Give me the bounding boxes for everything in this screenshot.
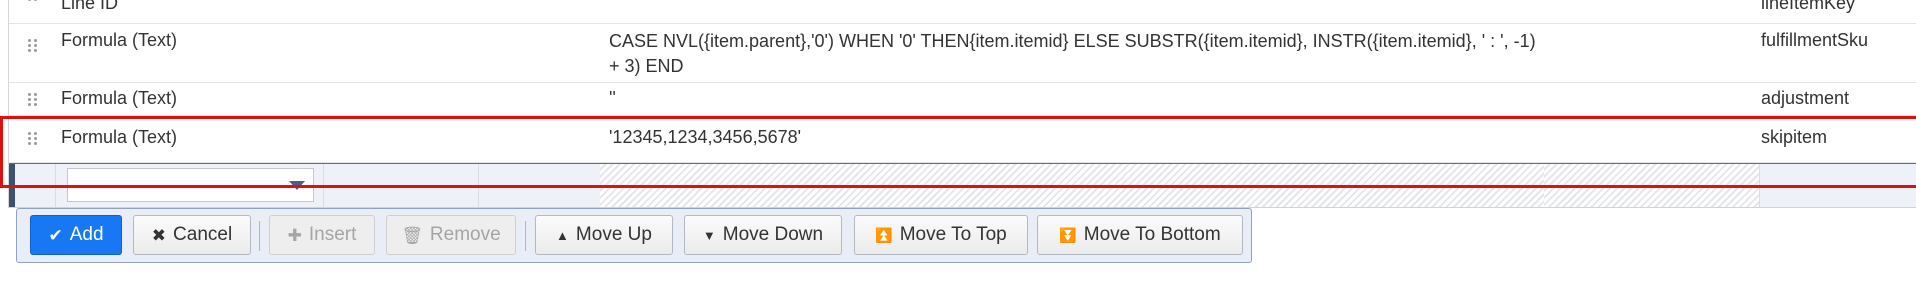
cancel-button-label: Cancel <box>173 224 233 245</box>
toolbar-divider <box>259 221 260 251</box>
drag-handle-icon[interactable] <box>27 93 39 107</box>
move-to-bottom-button-label: Move To Bottom <box>1083 224 1221 245</box>
trash-icon: 🗑 <box>401 225 423 245</box>
move-up-button-label: Move Up <box>575 224 652 245</box>
row-type: Formula (Text) <box>61 30 178 50</box>
chevron-down-icon[interactable] <box>289 181 305 190</box>
edit-cell-field-name[interactable] <box>1759 164 1916 207</box>
sublist-editor: Line ID lineItemKey Formula (Text) CASE … <box>0 0 1916 295</box>
edit-cell-disabled <box>1544 164 1760 207</box>
edit-cell-blank[interactable] <box>478 164 601 207</box>
table-row[interactable]: Formula (Text) '' adjustment <box>9 83 1916 116</box>
drag-handle-icon[interactable] <box>27 0 39 2</box>
remove-button-label: Remove <box>429 224 501 245</box>
row-formula: CASE NVL({item.parent},'0') WHEN '0' THE… <box>609 31 1536 76</box>
add-button[interactable]: ✔ Add <box>30 215 122 255</box>
row-formula: '12345,1234,3456,5678' <box>609 127 802 147</box>
table-row[interactable]: Formula (Text) CASE NVL({item.parent},'0… <box>9 24 1916 83</box>
row-type: Formula (Text) <box>61 88 178 108</box>
table-row[interactable]: Formula (Text) '12345,1234,3456,5678' sk… <box>9 116 1916 163</box>
move-to-top-button-label: Move To Top <box>899 224 1007 245</box>
drag-handle-icon[interactable] <box>27 132 39 146</box>
row-formula: '' <box>609 88 616 108</box>
row-field-name: fulfillmentSku <box>1761 30 1869 50</box>
field-grid: Line ID lineItemKey Formula (Text) CASE … <box>8 0 1916 208</box>
check-icon: ✔ <box>48 225 63 245</box>
type-select[interactable] <box>67 168 314 202</box>
cancel-button[interactable]: ✖ Cancel <box>133 215 251 255</box>
remove-button[interactable]: 🗑 Remove <box>386 215 516 255</box>
move-down-button-label: Move Down <box>722 224 824 245</box>
move-to-bottom-button[interactable]: ⏬ Move To Bottom <box>1037 215 1243 255</box>
row-action-toolbar: ✔ Add ✖ Cancel ✚ Insert 🗑 Remove ▲ Move … <box>16 208 1252 263</box>
move-up-button[interactable]: ▲ Move Up <box>535 215 673 255</box>
drag-handle-icon[interactable] <box>27 39 39 53</box>
edit-cell-handle <box>15 164 56 207</box>
toolbar-divider <box>525 221 526 251</box>
row-field-name: skipitem <box>1761 127 1828 147</box>
insert-button-label: Insert <box>308 224 357 245</box>
edit-cell-formula-disabled <box>600 164 1545 207</box>
move-down-button[interactable]: ▼ Move Down <box>684 215 842 255</box>
row-type: Line ID <box>61 0 119 13</box>
triangle-up-icon: ▲ <box>556 227 569 243</box>
table-row[interactable]: Line ID lineItemKey <box>9 0 1916 24</box>
row-field-name: adjustment <box>1761 88 1850 108</box>
row-type: Formula (Text) <box>61 127 178 147</box>
move-to-top-button[interactable]: ⏫ Move To Top <box>854 215 1028 255</box>
triangle-down-icon: ▼ <box>702 227 716 243</box>
add-button-label: Add <box>69 224 104 245</box>
insert-button[interactable]: ✚ Insert <box>269 215 375 255</box>
row-field-name: lineItemKey <box>1761 0 1856 13</box>
move-to-top-icon: ⏫ <box>875 227 893 243</box>
move-to-bottom-icon: ⏬ <box>1059 227 1077 243</box>
edit-cell-blank[interactable] <box>323 164 479 207</box>
plus-icon: ✚ <box>287 225 302 245</box>
x-icon: ✖ <box>151 225 167 245</box>
